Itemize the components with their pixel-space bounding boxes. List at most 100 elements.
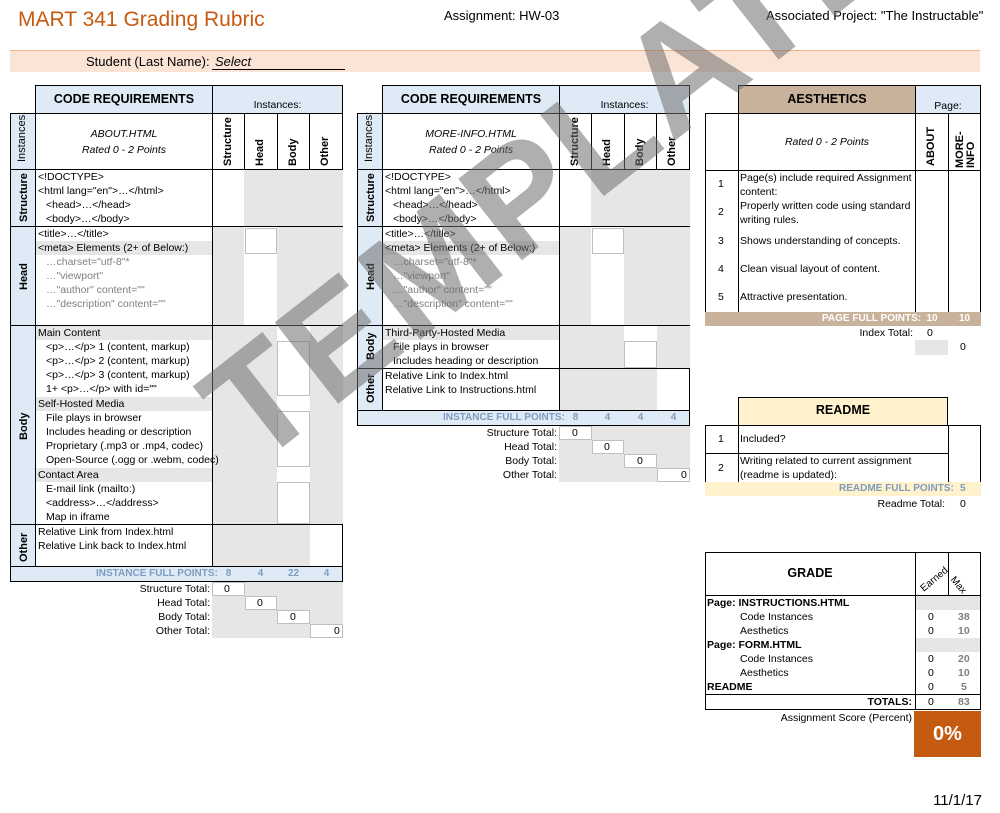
grade-row-max: 20 [958,653,970,665]
mid-full-points-label: INSTANCE FULL POINTS: [443,412,565,423]
left-col-head: Head [254,139,266,166]
grade-row-label: Aesthetics [740,667,789,679]
left-item: <head>…</head> [46,199,131,211]
left-item: <p>…</p> 1 (content, markup) [46,341,190,353]
mid-item: <html lang="en">…</html> [385,185,511,197]
mid-full-points-value: 4 [604,412,611,423]
aesthetics-rated: Rated 0 - 2 Points [784,136,870,148]
left-total-value: 0 [257,597,263,609]
left-total-label: Body Total: [158,611,210,623]
aesthetics-item-text: Page(s) include required Assignment cont… [740,172,912,198]
left-head-input[interactable] [245,228,277,254]
readme-full-points-value: 5 [960,483,966,494]
mid-item: …"viewport" [393,270,451,282]
mid-item: <body>…</body> [393,213,477,225]
left-item: …"viewport" [46,270,104,282]
readme-full-points-label: README FULL POINTS: [839,483,954,494]
mid-head-input[interactable] [592,228,624,254]
aesthetics-col-about: ABOUT [925,126,937,166]
grade-row-earned: 0 [928,653,934,665]
grade-row-max: 38 [958,611,970,623]
mid-total-value: 0 [637,455,643,467]
left-group-body: Body [18,412,30,441]
mid-item: <head>…</head> [393,199,478,211]
left-group-other: Other [18,532,30,562]
mid-body-input[interactable] [624,341,657,368]
left-total-value: 0 [290,611,296,623]
left-body-input-3[interactable] [277,482,310,524]
mid-item: File plays in browser [393,341,489,353]
left-rated: Rated 0 - 2 Points [81,144,167,156]
grade-row-earned: 0 [928,667,934,679]
mid-total-value: 0 [604,441,610,453]
mid-item: <!DOCTYPE> [385,171,451,183]
index-total-value: 0 [927,327,933,339]
left-item: Open-Source (.ogg or .webm, codec) [46,454,219,466]
mid-item: Relative Link to Instructions.html [385,384,537,396]
left-body-input-2[interactable] [277,411,310,467]
left-item: …charset="utf-8"* [46,256,130,268]
mid-instances-label: Instances: [600,99,649,111]
mid-group-other: Other [365,373,377,403]
mid-rated: Rated 0 - 2 Points [428,144,514,156]
aesthetics-item-number: 1 [718,178,724,190]
mid-item: <title>…</title> [385,228,456,240]
mid-col-structure: Structure [569,117,581,166]
mid-total-label: Structure Total: [486,427,557,439]
aesthetics-total-value: 0 [960,341,966,353]
aesthetics-item-number: 5 [718,291,724,303]
aesthetics-item-number: 3 [718,235,724,247]
readme-heading: README [815,403,871,417]
readme-item-text: Writing related to current assignment (r… [740,455,912,481]
aesthetics-col-more-info: MORE-INFO [954,131,977,168]
mid-total-value: 0 [572,427,578,439]
mid-full-points-value: 4 [637,412,644,423]
left-item: <!DOCTYPE> [38,171,104,183]
readme-total-value: 0 [960,498,966,510]
left-item: <p>…</p> 2 (content, markup) [46,355,190,367]
left-total-label: Structure Total: [139,583,210,595]
left-body-input-1[interactable] [277,341,310,396]
readme-total-label: Readme Total: [877,498,945,510]
mid-total-label: Other Total: [502,469,557,481]
aesthetics-item-text: Shows understanding of concepts. [740,235,901,247]
score-value: 0% [914,711,981,757]
readme-item-number: 2 [718,462,724,474]
mid-total-label: Head Total: [504,441,557,453]
mid-full-points-value: 4 [670,412,677,423]
readme-item-number: 1 [718,433,724,445]
left-total-value: 0 [334,625,340,637]
left-full-points-value: 4 [323,568,330,579]
page-title: MART 341 Grading Rubric [18,8,265,31]
mid-group-head: Head [365,263,377,290]
left-item: <html lang="en">…</html> [38,185,164,197]
left-item: Map in iframe [46,511,110,523]
grade-row-label: Aesthetics [740,625,789,637]
score-label: Assignment Score (Percent) [780,712,912,724]
aesthetics-heading: AESTHETICS [787,92,867,106]
left-item: File plays in browser [46,412,142,424]
left-full-points-label: INSTANCE FULL POINTS: [96,568,218,579]
left-item: <body>…</body> [46,213,130,225]
left-side-label: Instances: [16,111,28,162]
student-select[interactable]: Select [212,54,345,70]
grade-totals-max: 83 [958,696,970,708]
date-label: 11/1/17 [933,792,982,809]
grade-row-max: 10 [958,625,970,637]
left-item: Relative Link from Index.html [38,526,174,538]
mid-item: <meta> Elements (2+ of Below:) [385,242,536,254]
grade-totals-earned: 0 [928,696,934,708]
mid-file: MORE-INFO.HTML [425,128,517,140]
mid-total-value: 0 [681,469,687,481]
left-heading: CODE REQUIREMENTS [53,92,195,106]
mid-group-structure: Structure [365,173,377,222]
left-item: <title>…</title> [38,228,109,240]
left-item: …"description" content="" [46,298,166,310]
aesthetics-full-points-value: 10 [926,313,938,324]
left-total-label: Other Total: [155,625,210,637]
grade-row-label: Code Instances [740,611,813,623]
left-item: 1+ <p>…</p> with id="" [46,383,157,395]
grade-row-label: Page: FORM.HTML [707,639,802,651]
left-item: Self-Hosted Media [38,398,125,410]
readme-item-text: Included? [740,433,786,445]
